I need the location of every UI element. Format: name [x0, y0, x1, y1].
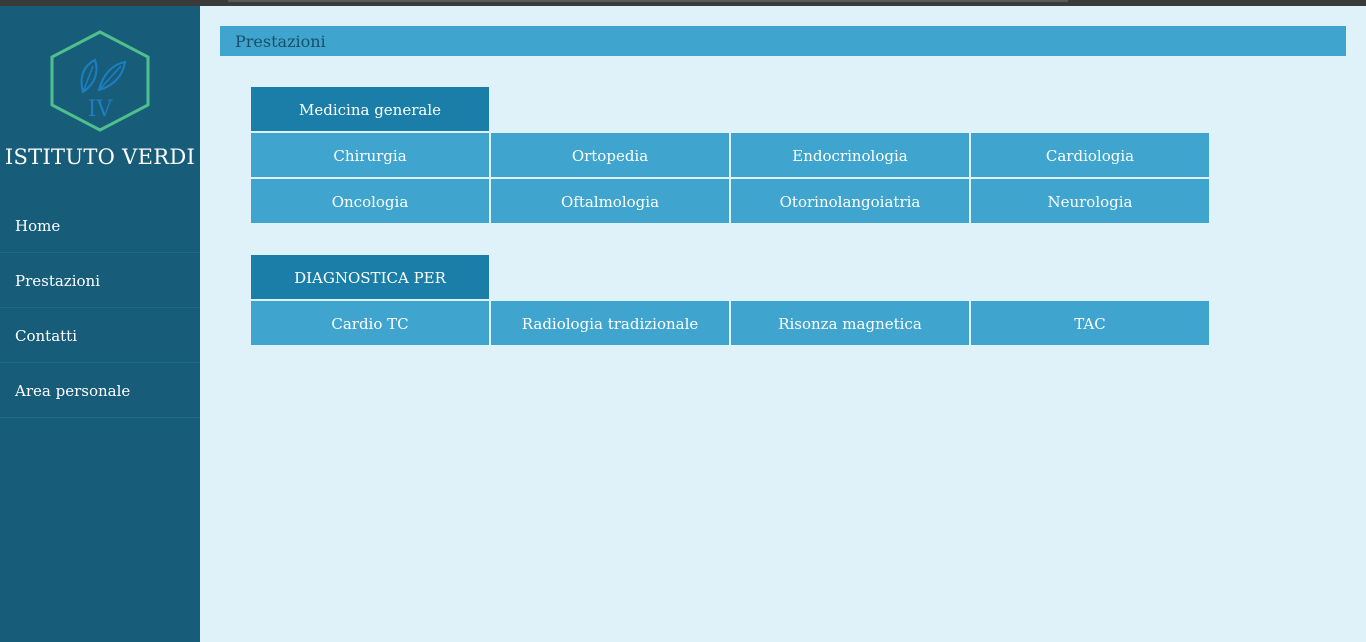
nav-item-area-personale[interactable]: Area personale — [0, 363, 200, 418]
service-tile[interactable]: Risonza magnetica — [731, 301, 969, 345]
nav-item-prestazioni[interactable]: Prestazioni — [0, 253, 200, 308]
diagnostica-grid: Cardio TC Radiologia tradizionale Risonz… — [251, 301, 1211, 347]
service-tile[interactable]: TAC — [971, 301, 1209, 345]
browser-top-bar — [0, 0, 1366, 6]
sidebar: IV ISTITUTO VERDI Home Prestazioni Conta… — [0, 6, 200, 642]
grid-row: Cardio TC Radiologia tradizionale Risonz… — [251, 301, 1211, 345]
nav-item-home[interactable]: Home — [0, 198, 200, 253]
service-tile[interactable]: Otorinolangoiatria — [731, 179, 969, 223]
service-tile[interactable]: Oftalmologia — [491, 179, 729, 223]
leaf-logo-icon: IV — [50, 30, 150, 132]
sidebar-nav: Home Prestazioni Contatti Area personale — [0, 198, 200, 418]
logo-initials: IV — [88, 97, 114, 122]
brand-name: ISTITUTO VERDI — [4, 145, 196, 169]
grid-row: Chirurgia Ortopedia Endocrinologia Cardi… — [251, 133, 1211, 177]
grid-row: Oncologia Oftalmologia Otorinolangoiatri… — [251, 179, 1211, 223]
service-tile[interactable]: Cardiologia — [971, 133, 1209, 177]
service-tile[interactable]: Cardio TC — [251, 301, 489, 345]
service-tile[interactable]: Neurologia — [971, 179, 1209, 223]
medicina-generale-grid: Chirurgia Ortopedia Endocrinologia Cardi… — [251, 133, 1211, 225]
service-tile[interactable]: Endocrinologia — [731, 133, 969, 177]
section-title-diagnostica: DIAGNOSTICA PER IMMAGINI — [251, 255, 489, 333]
nav-item-contatti[interactable]: Contatti — [0, 308, 200, 363]
section-title-medicina-generale: Medicina generale — [251, 87, 489, 131]
page-title: Prestazioni — [220, 26, 1346, 56]
service-tile[interactable]: Ortopedia — [491, 133, 729, 177]
service-tile[interactable]: Radiologia tradizionale — [491, 301, 729, 345]
service-tile[interactable]: Oncologia — [251, 179, 489, 223]
browser-strip — [228, 0, 1068, 2]
service-tile[interactable]: Chirurgia — [251, 133, 489, 177]
